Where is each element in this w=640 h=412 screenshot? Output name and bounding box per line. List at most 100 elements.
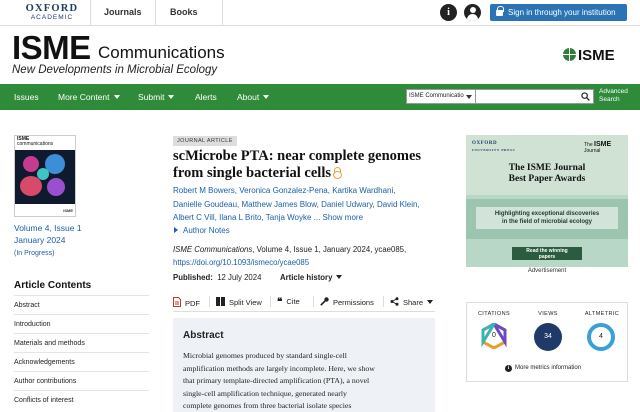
ad-read-button[interactable]: Read the winning papers [512,247,582,260]
share-button[interactable]: Share [390,297,434,307]
ad-publisher: OXFORD UNIVERSITY PRESS [472,141,515,153]
split-view-label: Split View [229,298,262,307]
abstract-line: single-cell amplification technique, gen… [183,388,347,398]
cover-artwork [15,150,75,204]
pdf-label: PDF [185,299,200,308]
key-icon [320,297,329,306]
article-type-badge: JOURNAL ARTICLE [173,136,237,146]
advertisement-label: Advertisement [527,268,567,274]
authors-line-3[interactable]: Albert C Vill, Ilana L Brito, Tanja Woyk… [173,211,435,225]
open-access-icon [333,167,342,179]
views-value: 34 [544,333,552,340]
info-icon: i [505,365,512,372]
more-metrics-label: More metrics information [515,365,582,371]
divider [14,352,149,353]
journals-link[interactable]: Journals [104,7,142,17]
divider [383,296,384,307]
chevron-down-icon [263,95,270,99]
citations-label: CITATIONS [477,311,511,317]
user-account-icon[interactable] [464,4,481,21]
nav-issues[interactable]: Issues [14,92,39,102]
altmetric-label: ALTMETRIC [584,311,620,317]
nav-alerts[interactable]: Alerts [195,92,217,102]
issue-cover-image[interactable]: ISME communications ISME [14,135,76,217]
ad-headline-line-2: Best Paper Awards [508,174,586,184]
authors-line-2[interactable]: Danielle Goudeau, Matthew James Blow, Da… [173,198,435,212]
advanced-search-line-2: Search [599,96,620,103]
advertisement-banner[interactable]: OXFORD UNIVERSITY PRESS The ISME Journal … [466,135,628,267]
divider [155,0,156,26]
toc-item-author-contributions[interactable]: Author contributions [14,378,76,385]
search-icon[interactable] [581,92,590,101]
cite-label: Cite [286,297,300,306]
metrics-panel: CITATIONS VIEWS ALTMETRIC 0 34 4 i More m… [466,302,628,382]
journal-subtitle: New Developments in Microbial Ecology [12,64,218,76]
chevron-down-icon [466,95,472,99]
toc-item-introduction[interactable]: Introduction [14,321,51,328]
toc-item-abstract[interactable]: Abstract [14,302,40,309]
toc-item-conflicts[interactable]: Conflicts of interest [14,397,74,404]
published-date: Published: 12 July 2024 [173,273,261,282]
signin-label: Sign in through your institution [508,8,616,17]
journal-logo-word[interactable]: Communications [98,43,225,63]
divider [14,314,149,315]
altmetric-value: 4 [599,333,603,340]
search-scope-select[interactable]: ISME Communicatio [406,89,476,104]
doi-link[interactable]: https://doi.org/10.1093/ismeco/ycae085 [173,258,309,267]
permissions-label: Permissions [333,298,374,307]
quote-icon: ❝ [277,297,283,308]
divider [222,0,223,26]
journal-nav: Issues More Content Submit Alerts About … [0,84,640,110]
nav-about-label: About [237,92,260,102]
more-metrics-link[interactable]: i More metrics information [505,365,581,372]
signin-institution-button[interactable]: Sign in through your institution [490,4,627,21]
issue-volume-line-1: Volume 4, Issue 1 [14,223,82,233]
abstract-line: Microbial genomes produced by standard s… [183,351,347,360]
nav-more-content[interactable]: More Content [58,92,120,102]
nav-submit[interactable]: Submit [138,92,175,102]
split-view-icon [216,297,225,306]
share-label: Share [403,298,424,307]
nav-about[interactable]: About [237,92,270,102]
books-link[interactable]: Books [170,7,198,17]
permissions-button[interactable]: Permissions [320,297,374,307]
author-notes-toggle[interactable]: Author Notes [173,226,230,235]
journal-masthead: ISME Communications New Developments in … [0,26,640,84]
divider [209,296,210,307]
nav-more-content-label: More Content [58,92,110,102]
chevron-down-icon [113,95,120,99]
advanced-search-link[interactable]: Advanced Search [599,88,628,104]
pdf-button[interactable]: PDF [173,297,200,308]
ad-publisher-line-2: UNIVERSITY PRESS [472,148,516,152]
author-notes-label: Author Notes [183,226,230,235]
toc-item-acknowledgements[interactable]: Acknowledgements [14,359,75,366]
cover-subtitle: communications [17,141,54,147]
nav-submit-label: Submit [138,92,165,102]
globe-icon [563,48,576,61]
abstract-line: complete genomes from three bacterial is… [183,401,352,410]
article-history-toggle[interactable]: Article history [280,273,343,282]
cite-button[interactable]: ❝ Cite [277,297,300,308]
toc-item-materials-methods[interactable]: Materials and methods [14,340,85,347]
search-input[interactable] [476,89,594,104]
split-view-button[interactable]: Split View [216,297,262,307]
society-logo-text: ISME [578,47,615,64]
chevron-down-icon [168,95,175,99]
oxford-academic-logo[interactable]: OXFORD ACADEMIC [12,3,92,23]
citation-details: , Volume 4, Issue 1, January 2024, ycae0… [252,245,407,254]
divider [14,371,149,372]
views-label: VIEWS [538,311,558,317]
journal-logo-short[interactable]: ISME [12,29,91,67]
authors-line-1[interactable]: Robert M Bowers, Veronica Gonzalez-Pena,… [173,184,435,198]
citation-info: ISME Communications, Volume 4, Issue 1, … [173,244,443,269]
ad-tagline-line-2: in the field of microbial ecology [501,219,592,225]
issue-volume-link[interactable]: Volume 4, Issue 1 January 2024 [14,222,82,246]
ad-journal-logo: The ISME Journal [584,141,611,154]
issue-status: (In Progress) [14,250,55,257]
ad-tagline: Highlighting exceptional discoveries in … [476,207,618,229]
info-icon[interactable]: i [440,4,457,21]
citation-journal: ISME Communications [173,245,253,254]
chevron-down-icon [336,275,343,279]
search-scope-value: ISME Communicatio [409,93,464,99]
society-logo[interactable]: ISME [563,47,615,64]
